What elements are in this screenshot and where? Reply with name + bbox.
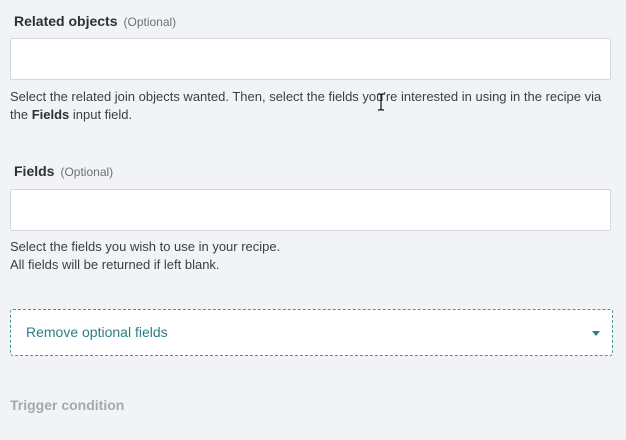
fields-help-line-1: Select the fields you wish to use in you… [10,239,281,254]
related-objects-label-text: Related objects [14,13,118,29]
fields-label-text: Fields [14,163,55,179]
related-objects-help-text-end: input field. [69,107,133,122]
related-objects-optional-tag: (Optional) [123,15,177,29]
related-objects-help: Select the related join objects wanted. … [10,88,616,124]
fields-optional-tag: (Optional) [60,165,114,179]
fields-help: Select the fields you wish to use in you… [10,238,616,274]
related-objects-input[interactable] [10,38,611,80]
trigger-condition-heading: Trigger condition [10,397,125,413]
fields-label: Fields (Optional) [14,163,113,179]
text-cursor-icon [378,93,384,111]
remove-optional-fields-label: Remove optional fields [26,324,168,340]
fields-input[interactable] [10,189,611,231]
fields-help-line-2: All fields will be returned if left blan… [10,257,220,272]
caret-down-icon [592,331,600,336]
remove-optional-fields-button[interactable]: Remove optional fields [10,309,613,356]
related-objects-label: Related objects (Optional) [14,13,176,29]
related-objects-help-fields-ref: Fields [31,107,70,122]
